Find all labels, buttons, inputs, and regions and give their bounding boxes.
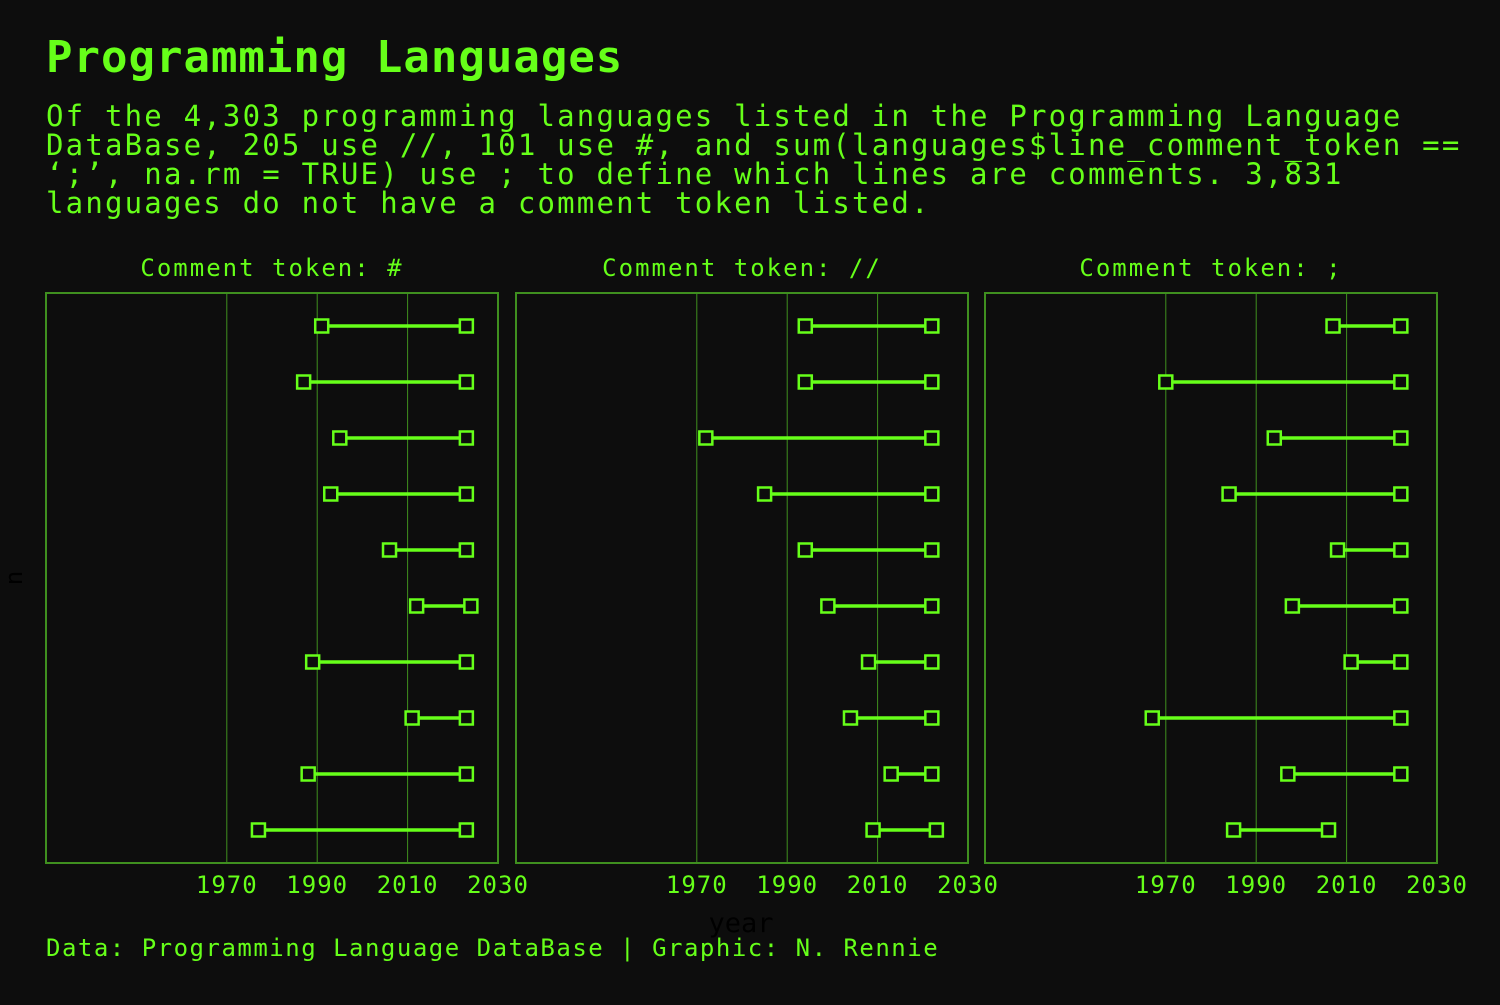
facet-panel bbox=[984, 292, 1438, 864]
start-marker bbox=[756, 486, 773, 502]
end-marker bbox=[1393, 486, 1409, 502]
start-marker bbox=[300, 766, 316, 782]
start-marker bbox=[1343, 654, 1359, 670]
start-marker bbox=[1225, 822, 1242, 838]
start-marker bbox=[295, 374, 312, 390]
facet-panel bbox=[515, 292, 969, 864]
end-marker bbox=[458, 430, 475, 446]
start-marker bbox=[860, 654, 877, 670]
chart: n year Comment token: #1970 1990 2010 2030C… bbox=[0, 254, 1468, 939]
end-marker bbox=[1393, 318, 1409, 334]
end-marker bbox=[1393, 430, 1409, 446]
x-tick-label: 2030 bbox=[1406, 871, 1468, 899]
end-marker bbox=[1393, 374, 1409, 390]
start-marker bbox=[332, 430, 348, 446]
facet-title: Comment token: // bbox=[602, 254, 882, 282]
end-marker bbox=[924, 766, 940, 782]
end-marker bbox=[458, 374, 475, 390]
x-tick-label: 2030 bbox=[937, 871, 999, 899]
end-marker bbox=[928, 822, 945, 838]
start-marker bbox=[1280, 766, 1296, 782]
start-marker bbox=[408, 598, 425, 614]
x-tick-label: 1970 bbox=[1135, 871, 1197, 899]
end-marker bbox=[924, 430, 940, 446]
end-marker bbox=[1393, 654, 1409, 670]
end-marker bbox=[458, 822, 475, 838]
facet-panel bbox=[45, 292, 499, 864]
end-marker bbox=[1393, 710, 1409, 726]
end-marker bbox=[924, 374, 940, 390]
facet-title: Comment token: # bbox=[140, 254, 403, 282]
end-marker bbox=[924, 542, 940, 558]
start-marker bbox=[323, 486, 339, 502]
end-marker bbox=[924, 598, 940, 614]
start-marker bbox=[797, 318, 814, 334]
end-marker bbox=[1393, 542, 1409, 558]
page-caption: Data: Programming Language DataBase | Gr… bbox=[46, 934, 940, 962]
start-marker bbox=[883, 766, 899, 782]
end-marker bbox=[458, 766, 475, 782]
end-marker bbox=[458, 486, 475, 502]
x-tick-label: 1970 bbox=[666, 871, 728, 899]
end-marker bbox=[458, 318, 475, 334]
x-tick-label: 1990 bbox=[756, 871, 818, 899]
end-marker bbox=[924, 710, 940, 726]
x-tick-label: 1990 bbox=[286, 871, 348, 899]
x-tick-label: 2010 bbox=[1316, 871, 1378, 899]
end-marker bbox=[1393, 766, 1409, 782]
end-marker bbox=[458, 542, 475, 558]
start-marker bbox=[381, 542, 398, 558]
start-marker bbox=[1329, 542, 1346, 558]
y-axis-title: n bbox=[0, 571, 28, 585]
start-marker bbox=[404, 710, 420, 726]
end-marker bbox=[924, 654, 940, 670]
start-marker bbox=[313, 318, 330, 334]
start-marker bbox=[820, 598, 836, 614]
start-marker bbox=[1221, 486, 1237, 502]
start-marker bbox=[1284, 598, 1301, 614]
start-marker bbox=[1266, 430, 1283, 446]
start-marker bbox=[797, 374, 814, 390]
x-tick-label: 2010 bbox=[377, 871, 439, 899]
end-marker bbox=[458, 710, 475, 726]
facet-title: Comment token: ; bbox=[1079, 254, 1342, 282]
x-tick-label: 1990 bbox=[1225, 871, 1287, 899]
end-marker bbox=[463, 598, 479, 614]
start-marker bbox=[698, 430, 714, 446]
x-tick-label: 1970 bbox=[196, 871, 258, 899]
start-marker bbox=[797, 542, 814, 558]
start-marker bbox=[1144, 710, 1160, 726]
x-tick-label: 2030 bbox=[467, 871, 529, 899]
start-marker bbox=[865, 822, 881, 838]
start-marker bbox=[304, 654, 321, 670]
start-marker bbox=[250, 822, 267, 838]
end-marker bbox=[1393, 598, 1409, 614]
start-marker bbox=[842, 710, 859, 726]
end-marker bbox=[1320, 822, 1337, 838]
end-marker bbox=[458, 654, 475, 670]
end-marker bbox=[924, 486, 940, 502]
x-tick-label: 2010 bbox=[847, 871, 909, 899]
start-marker bbox=[1158, 374, 1174, 390]
end-marker bbox=[924, 318, 940, 334]
start-marker bbox=[1325, 318, 1341, 334]
